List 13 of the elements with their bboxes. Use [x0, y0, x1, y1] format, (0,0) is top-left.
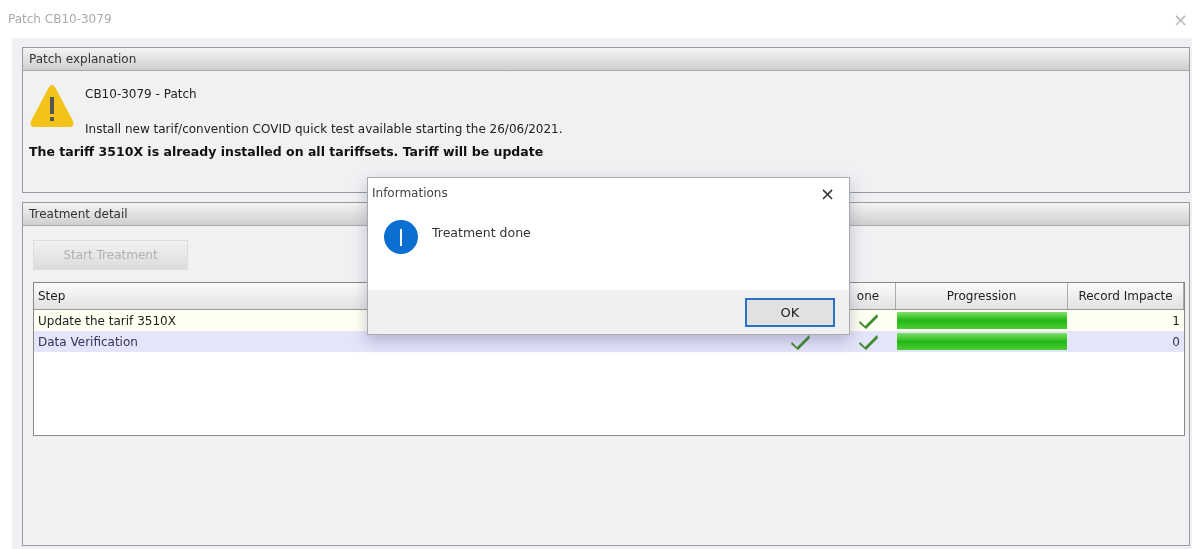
dialog-title: Informations: [372, 186, 448, 200]
table-cell-text: Update the tarif 3510X: [37, 312, 177, 330]
patch-heading: CB10-3079 - Patch: [85, 87, 198, 101]
dialog-message: Treatment done: [432, 224, 531, 240]
patch-description: Install new tarif/convention COVID quick test available starting the 26/06/2021.: [85, 122, 563, 136]
patch-notice: The tariff 3510X is already installed on all tariffsets. Tariff will be update: [29, 144, 545, 159]
panel-header: Patch explanation: [23, 48, 1189, 71]
table-cell-text: Data Verification: [37, 333, 139, 351]
column-header: Progression: [896, 283, 1068, 309]
table-cell-text: 1: [1171, 312, 1181, 330]
window-title: Patch CB10-3079: [8, 12, 112, 26]
table-cell-text: 0: [1171, 333, 1181, 351]
column-header: Record Impacte: [1068, 283, 1184, 309]
